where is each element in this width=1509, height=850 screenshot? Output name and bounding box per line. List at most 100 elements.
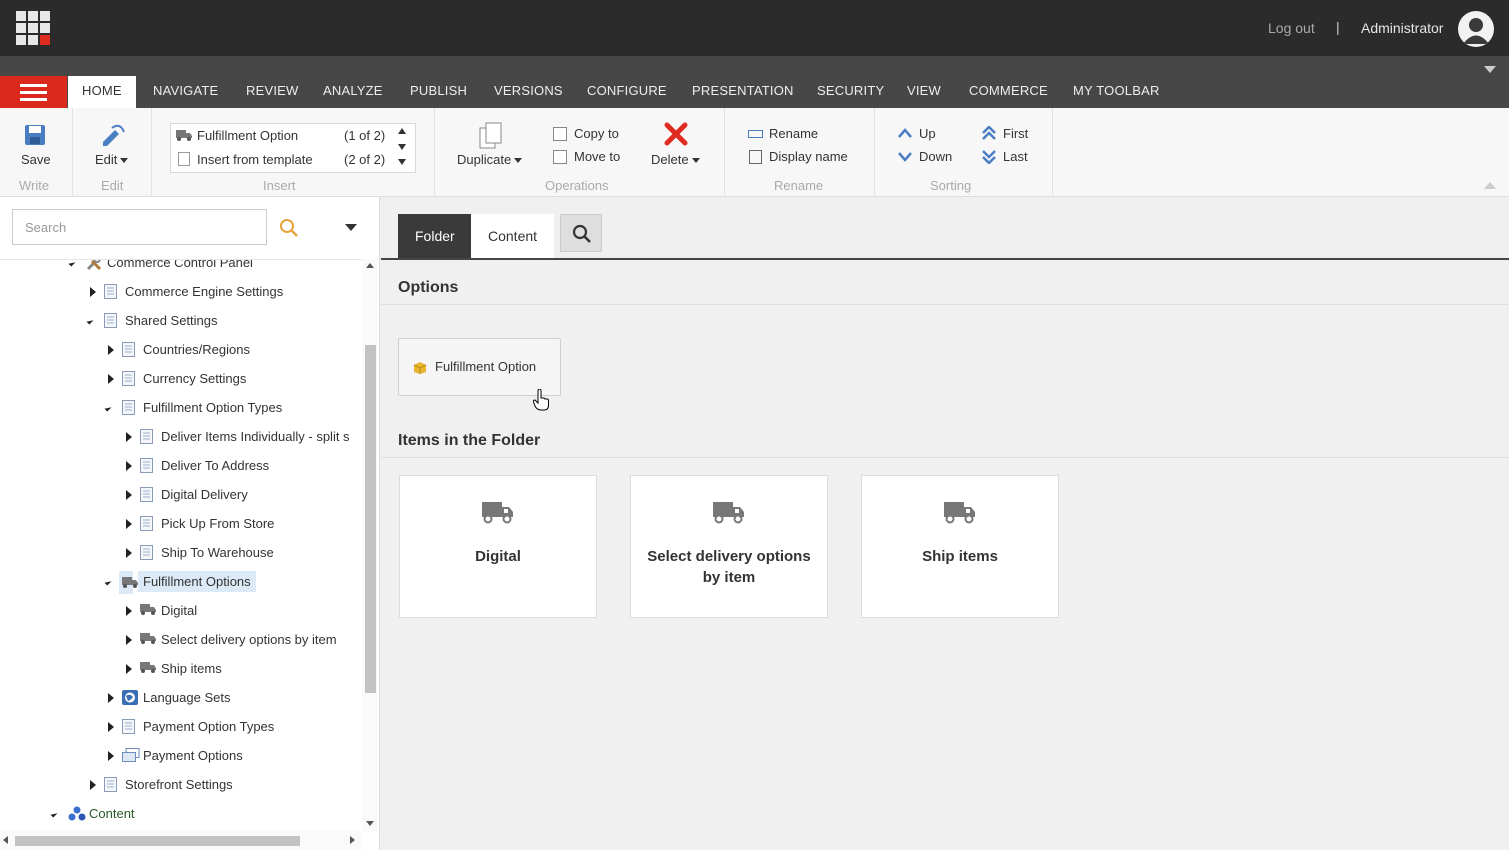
tree-item[interactable]: Shared Settings [0,309,362,333]
collapse-arrow-icon[interactable] [68,260,76,267]
collapse-arrow-icon[interactable] [86,317,94,325]
tree-item[interactable]: Currency Settings [0,367,362,391]
tree-item-label: Currency Settings [143,371,247,386]
search-dropdown-icon[interactable] [345,224,357,231]
collapse-arrow-icon[interactable] [104,404,112,412]
scroll-down-icon[interactable] [398,144,406,150]
tree-item[interactable]: Language Sets [0,686,362,710]
tree-item[interactable]: Fulfillment Option Types [0,396,362,420]
tree-item[interactable]: Ship items [0,657,362,681]
page-icon [140,429,154,445]
insert-fulfillment-option-button[interactable]: Fulfillment Option [398,338,561,396]
tree-item[interactable]: Deliver Items Individually - split s [0,425,362,449]
tab-navigate[interactable]: NAVIGATE [153,83,218,98]
folder-item-ship-items[interactable]: Ship items [861,475,1059,618]
tree-item[interactable]: Digital Delivery [0,483,362,507]
collapse-ribbon-icon[interactable] [1484,182,1496,189]
up-button[interactable]: Up [919,126,936,141]
rename-button[interactable]: Rename [769,126,818,141]
tools-icon [86,260,102,271]
delete-icon[interactable] [664,122,688,149]
copy-to-button[interactable]: Copy to [574,126,619,141]
tab-presentation[interactable]: PRESENTATION [692,83,794,98]
tree-horizontal-scrollbar[interactable] [0,831,362,850]
expand-arrow-icon[interactable] [108,751,114,761]
insert-item-fulfillment-option[interactable]: Fulfillment Option [197,128,298,143]
tab-folder[interactable]: Folder [398,214,472,258]
save-button[interactable] [20,124,50,149]
tree-vertical-scrollbar[interactable] [362,259,378,831]
expand-arrow-icon[interactable] [126,461,132,471]
tree-item[interactable]: Content [0,802,362,826]
logout-link[interactable]: Log out [1268,20,1315,36]
expand-arrow-icon[interactable] [108,722,114,732]
tab-analyze[interactable]: ANALYZE [323,83,383,98]
page-icon [122,400,136,416]
tree-item[interactable]: Ship To Warehouse [0,541,362,565]
tab-publish[interactable]: PUBLISH [410,83,467,98]
search-button[interactable] [560,214,602,252]
move-to-button[interactable]: Move to [574,149,620,164]
expand-arrow-icon[interactable] [126,519,132,529]
options-title: Options [398,279,459,296]
down-icon [898,152,912,162]
expand-arrow-icon[interactable] [108,374,114,384]
tree-item[interactable]: Commerce Engine Settings [0,280,362,304]
tree-item[interactable]: Deliver To Address [0,454,362,478]
scroll-up-icon[interactable] [398,128,406,134]
app-launcher-icon[interactable] [16,11,52,47]
search-input[interactable] [12,209,267,245]
avatar[interactable] [1458,11,1494,47]
tab-my-toolbar[interactable]: MY TOOLBAR [1073,83,1160,98]
edit-icon[interactable] [100,124,126,151]
tree-item-label: Shared Settings [125,313,218,328]
tab-home[interactable]: HOME [68,76,136,108]
chevron-down-icon[interactable] [1484,66,1496,73]
expand-arrow-icon[interactable] [126,635,132,645]
option-label: Fulfillment Option [435,359,537,374]
collapse-arrow-icon[interactable] [104,578,112,586]
folder-item-select-delivery-options[interactable]: Select delivery options by item [630,475,828,618]
expand-icon[interactable] [398,159,406,165]
search-icon[interactable] [279,218,299,238]
last-button[interactable]: Last [1003,149,1028,164]
first-button[interactable]: First [1003,126,1028,141]
tab-view[interactable]: VIEW [907,83,941,98]
tab-configure[interactable]: CONFIGURE [587,83,667,98]
tree-item[interactable]: Pick Up From Store [0,512,362,536]
tab-security[interactable]: SECURITY [817,83,884,98]
tree-item[interactable]: Storefront Settings [0,773,362,797]
tree-item[interactable]: Payment Options [0,744,362,768]
tree-item[interactable]: Digital [0,599,362,623]
username[interactable]: Administrator [1361,20,1443,36]
tab-review[interactable]: REVIEW [246,83,298,98]
duplicate-button[interactable]: Duplicate [457,152,523,167]
folder-item-digital[interactable]: Digital [399,475,597,618]
display-name-button[interactable]: Display name [769,149,848,164]
tab-versions[interactable]: VERSIONS [494,83,563,98]
duplicate-icon[interactable] [478,122,504,153]
expand-arrow-icon[interactable] [126,606,132,616]
expand-arrow-icon[interactable] [90,287,96,297]
edit-button[interactable]: Edit [95,152,129,167]
collapse-arrow-icon[interactable] [50,810,58,818]
tab-content[interactable]: Content [471,214,555,258]
tab-commerce[interactable]: COMMERCE [969,83,1048,98]
up-icon [898,128,912,138]
expand-arrow-icon[interactable] [126,664,132,674]
tree-item[interactable]: Select delivery options by item [0,628,362,652]
expand-arrow-icon[interactable] [90,780,96,790]
down-button[interactable]: Down [919,149,952,164]
menu-icon[interactable] [0,76,67,108]
expand-arrow-icon[interactable] [108,345,114,355]
expand-arrow-icon[interactable] [126,432,132,442]
delete-button[interactable]: Delete [651,152,700,167]
tree-item[interactable]: Countries/Regions [0,338,362,362]
expand-arrow-icon[interactable] [126,490,132,500]
insert-item-from-template[interactable]: Insert from template [197,152,313,167]
tree-item[interactable]: Payment Option Types [0,715,362,739]
tree-item[interactable]: Fulfillment Options [0,570,362,594]
expand-arrow-icon[interactable] [126,548,132,558]
expand-arrow-icon[interactable] [108,693,114,703]
tree-item[interactable]: Commerce Control Panel [0,260,362,275]
